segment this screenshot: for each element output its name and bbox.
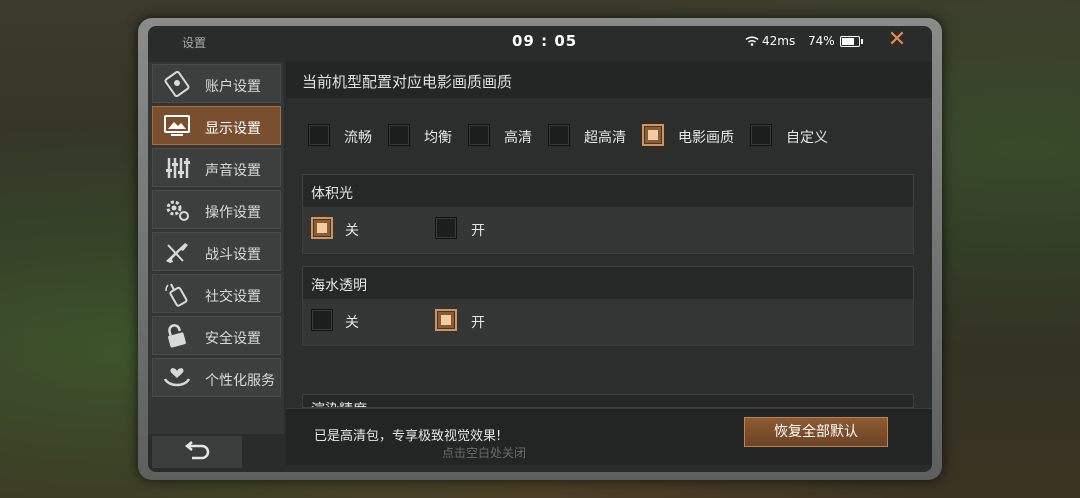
sidebar-item-label: 社交设置 — [205, 289, 261, 305]
sidebar-item-controls[interactable]: 操作设置 — [152, 190, 281, 229]
quality-checkbox-smooth[interactable] — [308, 124, 330, 146]
battery-percent: 74% — [808, 34, 835, 48]
sidebar-item-sound[interactable]: 声音设置 — [152, 148, 281, 187]
heart-hands-icon — [163, 368, 191, 387]
water-transparency-section: 海水透明 关 开 — [302, 266, 914, 346]
control-gear-icon — [166, 200, 189, 221]
rifle-icon — [166, 243, 188, 263]
section-title-bar: 海水透明 — [303, 267, 913, 299]
status-bar: 设置 09 : 05 42ms 74% ✕ — [148, 26, 932, 56]
quality-label: 超高清 — [584, 130, 626, 146]
walkie-talkie-icon — [165, 283, 188, 307]
footer-bar: 已是高清包，专享极致视觉效果! 恢复全部默认 — [286, 408, 932, 465]
quality-header-text: 当前机型配置对应电影画质画质 — [302, 73, 513, 91]
back-arrow-icon — [184, 441, 210, 460]
quality-checkbox-hd[interactable] — [468, 124, 490, 146]
section-title-bar: 体积光 — [303, 175, 913, 207]
section-title: 体积光 — [311, 186, 353, 202]
settings-panel: 设置 09 : 05 42ms 74% ✕ 账户设置 显示设置 声音设置 操作设… — [148, 26, 932, 472]
ping-readout: 42ms — [762, 34, 796, 48]
sound-sliders-icon — [166, 158, 190, 178]
display-picture-icon — [164, 115, 190, 136]
close-icon[interactable]: ✕ — [886, 29, 908, 52]
water-transparency-on-checkbox[interactable] — [435, 309, 457, 331]
volumetric-light-off-checkbox[interactable] — [311, 217, 333, 239]
section-title: 渲染精度 — [311, 399, 367, 407]
on-label: 开 — [471, 223, 485, 239]
display-settings-content: 当前机型配置对应电影画质画质 流畅 均衡 高清 超高清 电影画质 自定义 体积光… — [286, 62, 932, 465]
quality-label: 均衡 — [424, 130, 452, 146]
quality-label: 自定义 — [786, 130, 828, 146]
quality-label: 电影画质 — [678, 130, 734, 146]
sidebar-item-label: 显示设置 — [205, 121, 261, 137]
sidebar-item-label: 账户设置 — [205, 79, 261, 95]
sidebar-item-personalization[interactable]: 个性化服务 — [152, 358, 281, 397]
quality-checkbox-uhd[interactable] — [548, 124, 570, 146]
panel-title: 设置 — [182, 36, 207, 50]
clock: 09 : 05 — [512, 32, 578, 50]
volumetric-light-on-checkbox[interactable] — [435, 217, 457, 239]
off-label: 关 — [345, 223, 359, 239]
quality-checkbox-cinematic[interactable] — [642, 124, 664, 146]
quality-label: 高清 — [504, 130, 532, 146]
sidebar-item-label: 个性化服务 — [205, 373, 275, 389]
sidebar-item-display[interactable]: 显示设置 — [152, 106, 281, 145]
quality-checkbox-custom[interactable] — [750, 124, 772, 146]
section-title-bar: 渲染精度 — [303, 395, 913, 407]
sidebar: 账户设置 显示设置 声音设置 操作设置 战斗设置 社交设置 安全设置 个性化服务 — [148, 62, 284, 434]
off-label: 关 — [345, 315, 359, 331]
account-card-icon — [164, 71, 190, 97]
render-precision-section: 渲染精度 — [302, 394, 914, 408]
sidebar-item-label: 战斗设置 — [205, 247, 261, 263]
sidebar-item-label: 操作设置 — [205, 205, 261, 221]
sidebar-item-label: 声音设置 — [205, 163, 261, 179]
section-title: 海水透明 — [311, 278, 367, 294]
battery-icon — [840, 36, 863, 47]
hd-pack-message: 已是高清包，专享极致视觉效果! — [314, 429, 502, 444]
volumetric-light-section: 体积光 关 开 — [302, 174, 914, 254]
quality-label: 流畅 — [344, 130, 372, 146]
sidebar-item-account[interactable]: 账户设置 — [152, 64, 281, 103]
sidebar-item-label: 安全设置 — [205, 331, 261, 347]
reset-all-defaults-button[interactable]: 恢复全部默认 — [744, 417, 888, 447]
battery-fill — [842, 38, 854, 45]
lock-icon — [168, 324, 186, 348]
quality-checkbox-balanced[interactable] — [388, 124, 410, 146]
on-label: 开 — [471, 315, 485, 331]
back-button[interactable] — [152, 436, 242, 468]
tap-outside-to-close-hint: 点击空白处关闭 — [442, 446, 527, 460]
sidebar-item-security[interactable]: 安全设置 — [152, 316, 281, 355]
wifi-icon — [745, 36, 759, 46]
water-transparency-off-checkbox[interactable] — [311, 309, 333, 331]
quality-header: 当前机型配置对应电影画质画质 — [286, 62, 932, 98]
sidebar-item-combat[interactable]: 战斗设置 — [152, 232, 281, 271]
sidebar-item-social[interactable]: 社交设置 — [152, 274, 281, 313]
